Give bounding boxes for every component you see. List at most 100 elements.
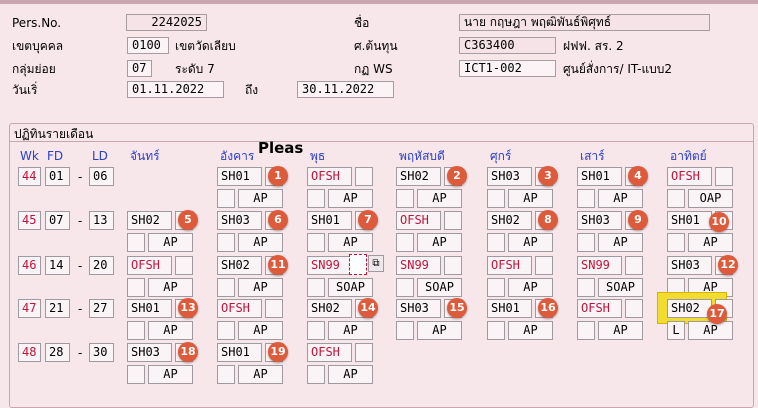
- shift-indicator-cell[interactable]: [577, 189, 595, 208]
- shift-sub-cell[interactable]: AP: [328, 365, 373, 384]
- ws-rule-field[interactable]: ICT1-002: [459, 60, 556, 77]
- shift-code-cell[interactable]: OFSH: [217, 299, 262, 318]
- week-number-cell[interactable]: 45: [18, 211, 41, 230]
- shift-sub-cell[interactable]: SOAP: [328, 278, 373, 297]
- shift-code-cell[interactable]: SH02: [307, 299, 352, 318]
- date-from-field[interactable]: 01.11.2022: [127, 81, 224, 98]
- first-day-cell[interactable]: 01: [45, 167, 70, 186]
- shift-sub-cell[interactable]: AP: [417, 233, 462, 252]
- first-day-cell[interactable]: 28: [45, 343, 70, 362]
- shift-indicator-cell[interactable]: [667, 233, 685, 252]
- shift-indicator-cell[interactable]: [396, 189, 414, 208]
- shift-sub-cell[interactable]: AP: [148, 321, 193, 340]
- shift-code-cell[interactable]: OFSH: [127, 256, 172, 275]
- shift-sub-cell[interactable]: AP: [238, 233, 283, 252]
- shift-code-cell[interactable]: SH03: [487, 167, 532, 186]
- shift-code-cell[interactable]: SH01: [667, 211, 712, 230]
- shift-sub-cell[interactable]: AP: [508, 278, 553, 297]
- shift-code-cell[interactable]: SH02: [217, 256, 262, 275]
- shift-indicator-cell[interactable]: [127, 365, 145, 384]
- shift-code-cell[interactable]: SH01: [127, 299, 172, 318]
- shift-indicator-cell[interactable]: [577, 321, 595, 340]
- last-day-cell[interactable]: 30: [89, 343, 114, 362]
- shift-code-cell[interactable]: SH03: [217, 211, 262, 230]
- value-help-icon[interactable]: ⧉: [368, 255, 384, 272]
- personnel-area-field[interactable]: 0100: [127, 37, 169, 54]
- shift-sub-cell[interactable]: AP: [508, 233, 553, 252]
- shift-sub-cell[interactable]: AP: [417, 189, 462, 208]
- shift-sub-cell[interactable]: AP: [148, 365, 193, 384]
- first-day-cell[interactable]: 21: [45, 299, 70, 318]
- first-day-cell[interactable]: 14: [45, 256, 70, 275]
- shift-code-cell[interactable]: SH03: [577, 211, 622, 230]
- shift-sub-cell[interactable]: AP: [508, 189, 553, 208]
- shift-indicator-cell[interactable]: [127, 321, 145, 340]
- first-day-cell[interactable]: 07: [45, 211, 70, 230]
- shift-indicator-cell[interactable]: L: [667, 321, 685, 340]
- shift-code-cell[interactable]: SH02: [667, 299, 712, 318]
- shift-flag-cell[interactable]: [355, 343, 373, 362]
- shift-flag-cell[interactable]: [355, 167, 373, 186]
- shift-indicator-cell[interactable]: [396, 278, 414, 297]
- shift-code-cell[interactable]: SH01: [307, 211, 352, 230]
- last-day-cell[interactable]: 06: [89, 167, 114, 186]
- week-number-cell[interactable]: 48: [18, 343, 41, 362]
- shift-indicator-cell[interactable]: [307, 365, 325, 384]
- subgroup-field[interactable]: 07: [127, 60, 152, 77]
- shift-code-cell[interactable]: SH02: [396, 167, 441, 186]
- shift-indicator-cell[interactable]: [307, 233, 325, 252]
- shift-sub-cell[interactable]: AP: [688, 233, 733, 252]
- shift-indicator-cell[interactable]: [396, 321, 414, 340]
- shift-flag-cell[interactable]: [535, 256, 553, 275]
- shift-sub-cell[interactable]: OAP: [688, 189, 733, 208]
- shift-sub-cell[interactable]: AP: [148, 278, 193, 297]
- shift-indicator-cell[interactable]: [307, 189, 325, 208]
- shift-code-cell[interactable]: OFSH: [396, 211, 441, 230]
- shift-indicator-cell[interactable]: [487, 233, 505, 252]
- shift-code-cell[interactable]: OFSH: [577, 299, 622, 318]
- shift-flag-cell[interactable]: [444, 256, 462, 275]
- shift-code-cell[interactable]: SH03: [127, 343, 172, 362]
- shift-code-cell[interactable]: OFSH: [667, 167, 712, 186]
- shift-flag-cell[interactable]: [625, 256, 643, 275]
- shift-indicator-cell[interactable]: [667, 189, 685, 208]
- shift-flag-cell[interactable]: [175, 256, 193, 275]
- shift-code-cell[interactable]: SH02: [127, 211, 172, 230]
- shift-code-cell[interactable]: SH02: [487, 211, 532, 230]
- shift-sub-cell[interactable]: AP: [238, 278, 283, 297]
- shift-sub-cell[interactable]: AP: [238, 365, 283, 384]
- shift-indicator-cell[interactable]: [217, 365, 235, 384]
- shift-sub-cell[interactable]: AP: [508, 321, 553, 340]
- shift-indicator-cell[interactable]: [487, 321, 505, 340]
- shift-code-cell[interactable]: SH03: [667, 256, 712, 275]
- shift-code-cell[interactable]: SN99: [396, 256, 441, 275]
- shift-indicator-cell[interactable]: [217, 233, 235, 252]
- shift-sub-cell[interactable]: AP: [148, 233, 193, 252]
- shift-indicator-cell[interactable]: [127, 278, 145, 297]
- last-day-cell[interactable]: 13: [89, 211, 114, 230]
- week-number-cell[interactable]: 46: [18, 256, 41, 275]
- name-field[interactable]: นาย กฤษฎา พฤฒิพันธ์พิศุทธ์: [459, 14, 710, 31]
- shift-indicator-cell[interactable]: [487, 278, 505, 297]
- shift-sub-cell[interactable]: AP: [688, 321, 733, 340]
- shift-flag-cell[interactable]: [625, 299, 643, 318]
- week-number-cell[interactable]: 44: [18, 167, 41, 186]
- shift-code-cell[interactable]: SH03: [396, 299, 441, 318]
- shift-indicator-cell[interactable]: [217, 321, 235, 340]
- shift-flag-cell[interactable]: [715, 167, 733, 186]
- shift-indicator-cell[interactable]: [217, 189, 235, 208]
- week-number-cell[interactable]: 47: [18, 299, 41, 318]
- shift-sub-cell[interactable]: AP: [598, 189, 643, 208]
- shift-indicator-cell[interactable]: [307, 278, 325, 297]
- shift-sub-cell[interactable]: AP: [417, 321, 462, 340]
- shift-code-cell[interactable]: SH01: [577, 167, 622, 186]
- shift-sub-cell[interactable]: SOAP: [598, 278, 643, 297]
- shift-code-cell[interactable]: OFSH: [487, 256, 532, 275]
- shift-code-cell[interactable]: SH01: [487, 299, 532, 318]
- shift-code-cell[interactable]: OFSH: [307, 343, 352, 362]
- shift-indicator-cell[interactable]: [487, 189, 505, 208]
- shift-indicator-cell[interactable]: [577, 233, 595, 252]
- shift-indicator-cell[interactable]: [396, 233, 414, 252]
- shift-flag-cell[interactable]: [444, 211, 462, 230]
- shift-sub-cell[interactable]: AP: [328, 233, 373, 252]
